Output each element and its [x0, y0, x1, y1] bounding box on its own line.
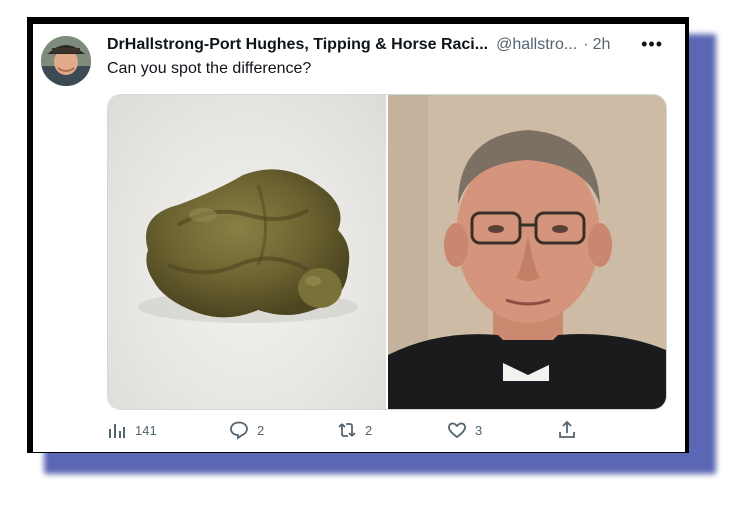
- comment-icon: [230, 421, 248, 440]
- share-icon: [559, 420, 575, 438]
- retweet-count: 2: [365, 422, 373, 438]
- like-action[interactable]: 3: [447, 420, 482, 440]
- separator-dot: ·: [583, 36, 589, 53]
- reply-count: 2: [257, 422, 265, 438]
- share-action[interactable]: [557, 420, 577, 440]
- bar-chart-icon: [109, 424, 125, 438]
- avatar[interactable]: [41, 36, 91, 86]
- views-count: 141: [135, 422, 157, 438]
- tweet-card[interactable]: DrHallstrong-Port Hughes, Tipping & Hors…: [33, 24, 685, 452]
- reply-action[interactable]: 2: [229, 420, 264, 440]
- display-name[interactable]: DrHallstrong-Port Hughes, Tipping & Hors…: [107, 36, 488, 54]
- more-icon[interactable]: •••: [641, 34, 663, 55]
- user-handle[interactable]: @hallstro...: [496, 36, 577, 54]
- media-image-left[interactable]: [108, 95, 386, 409]
- tweet-header: DrHallstrong-Port Hughes, Tipping & Hors…: [107, 34, 677, 56]
- media-image-right[interactable]: [388, 95, 666, 409]
- tweet-media[interactable]: [107, 94, 667, 410]
- retweet-action[interactable]: 2: [337, 420, 372, 440]
- retweet-icon: [338, 423, 356, 437]
- heart-icon: [448, 422, 466, 439]
- tweet-text: Can you spot the difference?: [107, 60, 312, 77]
- timestamp[interactable]: 2h: [593, 36, 611, 54]
- avatar-photo: [41, 36, 91, 86]
- tweet-actions: 141 2 2 3: [107, 420, 647, 446]
- dung-image: [138, 169, 358, 323]
- like-count: 3: [475, 422, 483, 438]
- views-action[interactable]: 141: [107, 420, 157, 440]
- portrait-image: [388, 95, 666, 409]
